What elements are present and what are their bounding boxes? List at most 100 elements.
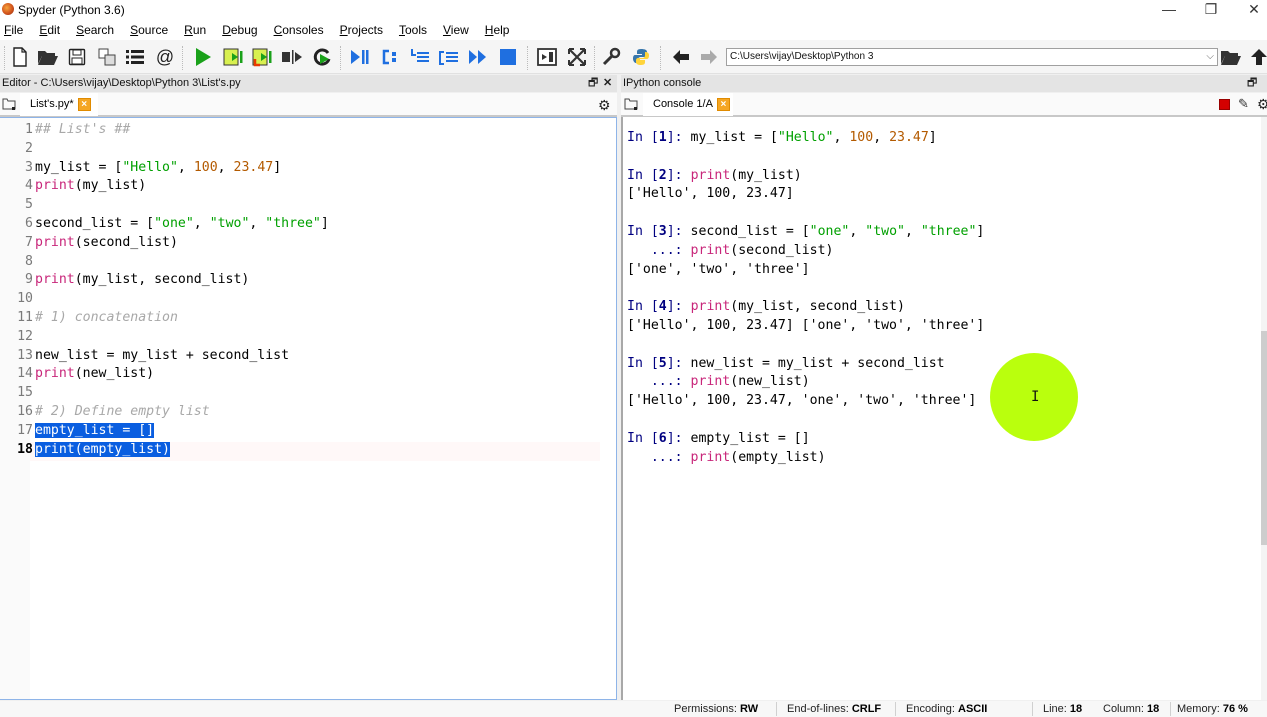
ipython-console[interactable]: In [1]: my_list = ["Hello", 100, 23.47] I… [621,117,1267,700]
status-separator [1032,702,1033,716]
menu-tools[interactable]: Tools [399,23,427,37]
parent-directory-icon[interactable] [1248,46,1267,68]
minimize-button[interactable]: — [1147,0,1191,20]
save-all-icon[interactable] [96,46,118,68]
toolbar-separator [4,46,5,70]
outline-list-icon[interactable] [124,46,146,68]
code-line[interactable]: empty_list = [] [35,422,155,438]
maximize-button[interactable]: ❐ [1189,0,1233,20]
tab-console-1a[interactable]: Console 1/A × [643,93,733,116]
code-line[interactable]: print(my_list, second_list) [35,272,249,287]
run-cell-advance-icon[interactable] [252,46,274,68]
menu-bar: File Edit Search Source Run Debug Consol… [0,20,1267,40]
status-bar: Permissions: RW End-of-lines: CRLF Encod… [0,701,1267,717]
line-number: 14 [17,366,33,382]
stop-debug-icon[interactable] [497,46,519,68]
step-return-icon[interactable] [438,46,460,68]
close-pane-icon[interactable]: ✕ [603,75,612,92]
console-continuation-line: ...: print(second_list) [650,242,834,258]
run-icon[interactable] [192,46,214,68]
status-separator [776,702,777,716]
menu-run[interactable]: Run [184,23,206,37]
undock-icon[interactable]: 🗗 [588,75,598,92]
toolbar-separator [527,46,528,70]
debug-icon[interactable] [348,46,370,68]
new-file-icon[interactable] [9,46,31,68]
menu-consoles[interactable]: Consoles [274,23,324,37]
code-line[interactable]: print(empty_list) [35,441,170,457]
menu-view[interactable]: View [443,23,469,37]
run-cell-icon[interactable] [223,46,245,68]
line-number: 11 [17,310,33,325]
close-tab-icon[interactable]: × [77,97,91,111]
menu-debug[interactable]: Debug [222,23,257,37]
menu-help[interactable]: Help [485,23,510,37]
line-number: 5 [25,197,33,213]
encoding-status: Encoding: ASCII [906,703,988,715]
menu-file[interactable]: File [4,23,23,37]
continue-icon[interactable] [467,46,489,68]
browse-folder-icon[interactable] [1220,46,1242,68]
console-tab-bar: Console 1/A × ✎ ⚙ [621,93,1267,117]
gear-icon[interactable]: ⚙ [598,97,611,114]
step-icon[interactable] [380,46,402,68]
code-line[interactable]: second_list = ["one", "two", "three"] [35,216,329,231]
tab-lists-py[interactable]: List's.py* × [20,93,98,116]
code-line[interactable]: new_list = my_list + second_list [35,348,289,363]
line-number: 17 [17,422,33,438]
close-tab-icon[interactable]: × [716,97,730,111]
code-line[interactable]: # 1) concatenation [35,310,178,325]
permissions-status: Permissions: RW [674,703,759,715]
toolbar-separator [340,46,341,70]
rerun-icon[interactable] [311,46,333,68]
console-input-line: In [3]: second_list = ["one", "two", "th… [627,224,985,239]
preferences-wrench-icon[interactable] [600,46,622,68]
line-number: 1 [25,122,33,137]
save-icon[interactable] [66,46,88,68]
undock-icon[interactable]: 🗗 [1247,75,1257,92]
chevron-down-icon[interactable]: ⌵ [1206,49,1214,65]
memory-status: Memory: 76 % [1177,703,1248,715]
code-line[interactable]: my_list = ["Hello", 100, 23.47] [35,160,281,175]
open-file-icon[interactable] [37,46,59,68]
window-title: Spyder (Python 3.6) [18,3,125,17]
code-editor[interactable]: 1 ## List's ## 2 3 my_list = ["Hello", 100, … [0,117,617,700]
python-path-icon[interactable] [630,46,652,68]
back-arrow-icon[interactable] [670,46,692,68]
menu-source[interactable]: Source [130,23,168,37]
line-number: 10 [17,291,33,307]
line-number: 15 [17,385,33,401]
at-sign-icon[interactable]: @ [154,46,176,68]
browse-tabs-icon[interactable] [624,98,638,110]
forward-arrow-icon[interactable] [698,46,720,68]
code-line[interactable]: print(second_list) [35,235,178,250]
step-into-icon[interactable] [409,46,431,68]
scrollbar-thumb[interactable] [1261,331,1267,545]
stop-kernel-icon[interactable] [1219,99,1230,110]
line-number: 13 [17,347,33,363]
code-line[interactable]: print(my_list) [35,178,146,193]
menu-edit[interactable]: Edit [39,23,60,37]
console-input-line: In [5]: new_list = my_list + second_list [627,355,945,371]
code-line[interactable]: print(new_list) [35,366,154,381]
maximize-pane-icon[interactable] [536,46,558,68]
menu-projects[interactable]: Projects [340,23,383,37]
run-selection-icon[interactable] [281,46,303,68]
line-number: 12 [17,328,33,344]
working-directory-combo[interactable]: C:\Users\vijay\Desktop\Python 3 ⌵ [726,48,1218,66]
console-output-line: ['Hello', 100, 23.47] ['one', 'two', 'th… [627,318,985,333]
close-button[interactable]: ✕ [1232,0,1267,20]
working-directory-value: C:\Users\vijay\Desktop\Python 3 [730,51,874,62]
code-line[interactable]: # 2) Define empty list [35,404,210,419]
editor-tab-bar: List's.py* × ⚙ [0,93,617,117]
gear-icon[interactable]: ⚙ [1257,96,1267,113]
line-number: 16 [17,404,33,419]
menu-search[interactable]: Search [76,23,114,37]
main-toolbar: @ C:\Users\vijay\Desktop\Python 3 ⌵ [0,40,1267,74]
text-cursor-icon: I [1031,389,1040,405]
browse-tabs-icon[interactable] [2,98,16,110]
eraser-icon[interactable]: ✎ [1238,96,1249,112]
fullscreen-icon[interactable] [566,46,588,68]
console-scrollbar[interactable] [1261,117,1267,700]
code-line[interactable]: ## List's ## [35,122,130,137]
